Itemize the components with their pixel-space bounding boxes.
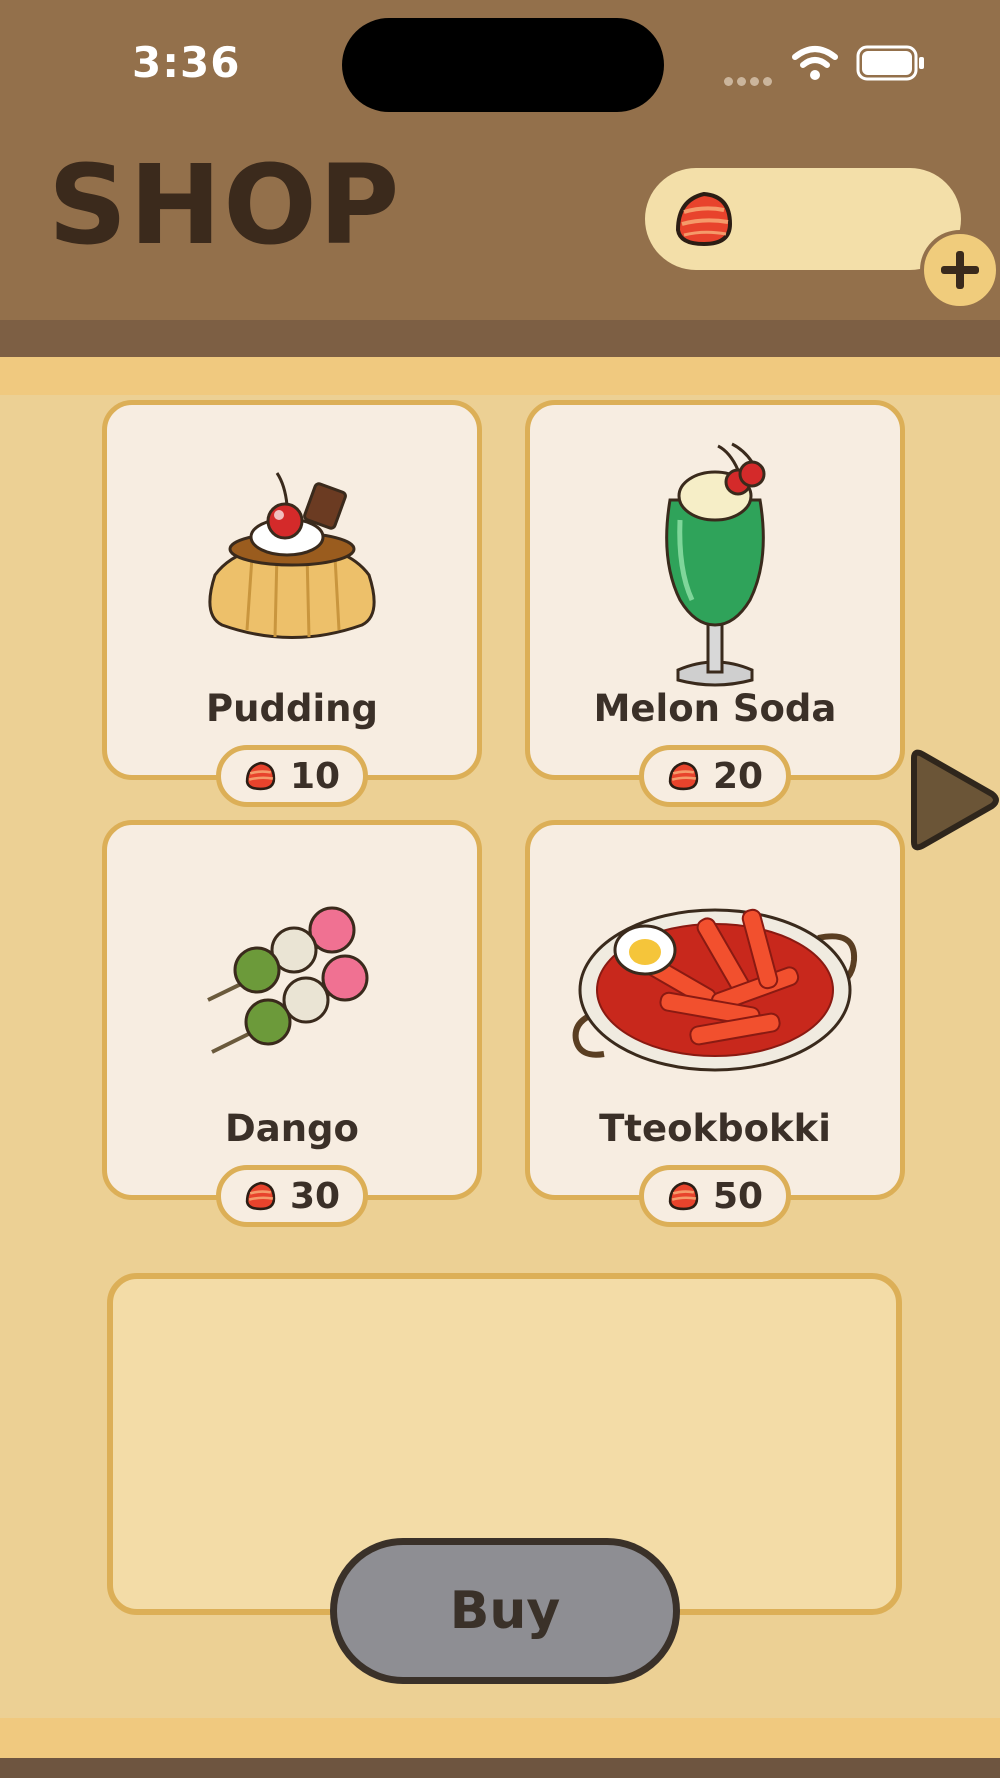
item-price: 10 (289, 755, 341, 797)
shop-item-pudding[interactable]: Pudding (102, 400, 482, 780)
bottom-divider (0, 1758, 1000, 1778)
item-price: 20 (712, 755, 764, 797)
shelf-bottom-band (0, 1718, 1000, 1758)
dynamic-island (342, 18, 664, 112)
price-tag: 30 (216, 1165, 368, 1227)
price-tag: 20 (639, 745, 791, 807)
header-divider (0, 320, 1000, 357)
gem-icon (668, 1181, 699, 1211)
cellular-signal-icon (724, 71, 776, 86)
buy-button[interactable]: Buy (330, 1538, 680, 1684)
gem-icon (245, 1181, 276, 1211)
battery-icon (856, 45, 924, 81)
gem-icon (675, 191, 733, 247)
price-tag: 50 (639, 1165, 791, 1227)
tteokbokki-icon (530, 855, 900, 1115)
melon-soda-icon (530, 435, 900, 695)
item-price: 50 (712, 1175, 764, 1217)
shop-item-melon-soda[interactable]: Melon Soda (525, 400, 905, 780)
status-time: 3:36 (132, 38, 241, 87)
price-tag: 10 (216, 745, 368, 807)
gem-icon (668, 761, 699, 791)
wifi-icon (792, 46, 838, 80)
item-name: Melon Soda (593, 687, 837, 730)
right-arrow-icon[interactable] (906, 748, 1000, 852)
dango-icon (107, 855, 477, 1115)
gem-icon (245, 761, 276, 791)
item-name: Dango (225, 1107, 359, 1150)
page-title: SHOP (48, 141, 402, 269)
pudding-icon (107, 435, 477, 695)
item-name: Tteokbokki (599, 1107, 831, 1150)
item-price: 30 (289, 1175, 341, 1217)
shelf-top-band (0, 357, 1000, 395)
item-name: Pudding (206, 687, 378, 730)
add-currency-button[interactable] (920, 230, 1000, 310)
shop-item-dango[interactable]: Dango (102, 820, 482, 1200)
plus-icon (941, 251, 979, 289)
shop-item-tteokbokki[interactable]: Tteokbokki (525, 820, 905, 1200)
